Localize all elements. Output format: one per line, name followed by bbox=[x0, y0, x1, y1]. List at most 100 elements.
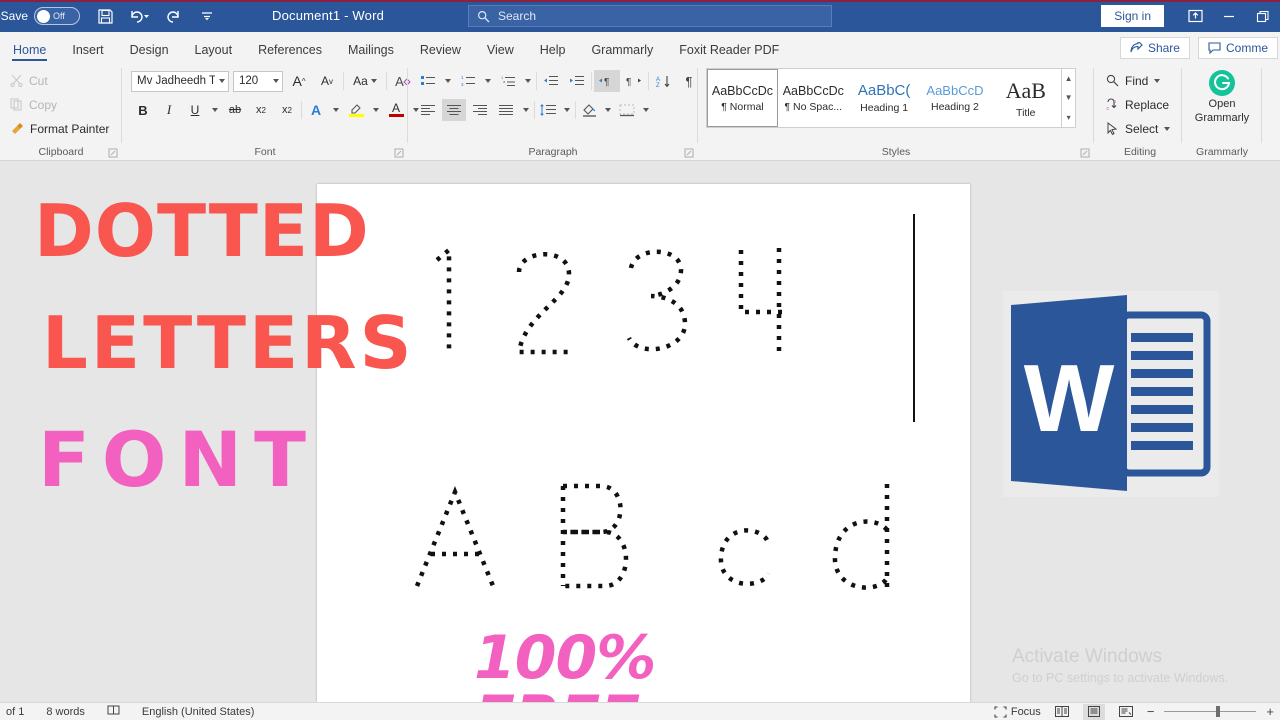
strikethrough-button[interactable]: ab bbox=[223, 99, 247, 121]
web-layout-button[interactable] bbox=[1115, 704, 1137, 720]
change-case-button[interactable]: Aa bbox=[348, 70, 382, 92]
subscript-button[interactable]: x2 bbox=[249, 99, 273, 121]
tab-help[interactable]: Help bbox=[527, 44, 579, 63]
shading-button[interactable] bbox=[578, 99, 600, 121]
multilevel-list-button[interactable]: 1a bbox=[496, 70, 520, 92]
ribbon-display-options-icon[interactable] bbox=[1178, 0, 1212, 32]
sort-button[interactable]: AZ bbox=[651, 70, 675, 92]
document-title: Document1 - Word bbox=[272, 8, 384, 23]
borders-button[interactable] bbox=[616, 99, 638, 121]
redo-icon[interactable] bbox=[162, 5, 184, 27]
autosave-toggle[interactable]: oSave Off bbox=[0, 7, 80, 25]
undo-icon[interactable] bbox=[128, 5, 150, 27]
grow-font-button[interactable]: A^ bbox=[287, 70, 311, 92]
tab-insert[interactable]: Insert bbox=[59, 44, 116, 63]
numbering-button[interactable]: 13 bbox=[456, 70, 480, 92]
styles-scroll-down-icon[interactable]: ▼ bbox=[1062, 88, 1075, 107]
word-count[interactable]: 8 words bbox=[46, 706, 85, 718]
chevron-down-icon bbox=[273, 79, 279, 83]
sign-in-button[interactable]: Sign in bbox=[1101, 5, 1164, 27]
comments-button[interactable]: Comme bbox=[1198, 37, 1278, 59]
proofing-errors-icon[interactable] bbox=[107, 705, 120, 719]
autosave-switch[interactable]: Off bbox=[34, 7, 80, 25]
open-grammarly-button[interactable]: Open Grammarly bbox=[1182, 70, 1262, 124]
style-heading-2[interactable]: AaBbCcD Heading 2 bbox=[920, 69, 991, 127]
copy-button[interactable]: Copy bbox=[10, 94, 109, 115]
decrease-indent-button[interactable] bbox=[539, 70, 563, 92]
text-effects-options-button[interactable] bbox=[330, 99, 342, 121]
search-input[interactable]: Search bbox=[468, 5, 832, 27]
tab-foxit-reader-pdf[interactable]: Foxit Reader PDF bbox=[666, 44, 792, 63]
increase-indent-button[interactable] bbox=[565, 70, 589, 92]
tab-layout[interactable]: Layout bbox=[182, 44, 246, 63]
tab-review[interactable]: Review bbox=[407, 44, 474, 63]
style-no-spacing[interactable]: AaBbCcDc ¶ No Spac... bbox=[778, 69, 849, 127]
tab-mailings[interactable]: Mailings bbox=[335, 44, 407, 63]
text-highlight-color-button[interactable] bbox=[344, 99, 368, 121]
shrink-font-button[interactable]: Av bbox=[315, 70, 339, 92]
font-color-button[interactable]: A bbox=[384, 99, 408, 121]
save-icon[interactable] bbox=[94, 5, 116, 27]
bullets-options-button[interactable] bbox=[442, 70, 454, 92]
ltr-text-direction-button[interactable]: ¶ bbox=[594, 70, 620, 92]
line-spacing-options-button[interactable] bbox=[561, 99, 573, 121]
zoom-slider[interactable] bbox=[1164, 711, 1256, 712]
bold-button[interactable]: B bbox=[131, 99, 155, 121]
rtl-text-direction-button[interactable]: ¶ bbox=[622, 70, 646, 92]
restore-icon[interactable] bbox=[1246, 0, 1280, 32]
styles-more-icon[interactable]: ▾ bbox=[1062, 108, 1075, 127]
align-options-button[interactable] bbox=[520, 99, 532, 121]
magnifier-icon bbox=[1106, 74, 1119, 87]
underline-button[interactable]: U bbox=[183, 99, 207, 121]
shading-options-button[interactable] bbox=[602, 99, 614, 121]
tab-home[interactable]: Home bbox=[0, 44, 59, 63]
paragraph-dialog-launcher-icon[interactable] bbox=[684, 148, 694, 158]
italic-button[interactable]: I bbox=[157, 99, 181, 121]
clipboard-dialog-launcher-icon[interactable] bbox=[108, 148, 118, 158]
tab-grammarly[interactable]: Grammarly bbox=[578, 44, 666, 63]
highlight-color-options-button[interactable] bbox=[370, 99, 382, 121]
style-heading-1[interactable]: AaBbC( Heading 1 bbox=[849, 69, 920, 127]
print-layout-button[interactable] bbox=[1083, 704, 1105, 720]
language-indicator[interactable]: English (United States) bbox=[142, 706, 255, 718]
read-mode-button[interactable] bbox=[1051, 704, 1073, 720]
align-left-button[interactable] bbox=[416, 99, 440, 121]
svg-text:a: a bbox=[503, 79, 506, 84]
zoom-out-button[interactable]: − bbox=[1147, 704, 1155, 719]
multilevel-list-options-button[interactable] bbox=[522, 70, 534, 92]
share-button[interactable]: Share bbox=[1120, 37, 1190, 59]
style-title[interactable]: AaB Title bbox=[990, 69, 1061, 127]
borders-options-button[interactable] bbox=[640, 99, 652, 121]
customize-qat-icon[interactable] bbox=[196, 5, 218, 27]
minimize-icon[interactable] bbox=[1212, 0, 1246, 32]
justify-button[interactable] bbox=[494, 99, 518, 121]
align-right-button[interactable] bbox=[468, 99, 492, 121]
styles-scrollbar[interactable]: ▲ ▼ ▾ bbox=[1061, 69, 1075, 127]
styles-scroll-up-icon[interactable]: ▲ bbox=[1062, 69, 1075, 88]
font-group-label: Font bbox=[122, 146, 408, 158]
style-normal[interactable]: AaBbCcDc ¶ Normal bbox=[707, 69, 778, 127]
tab-references[interactable]: References bbox=[245, 44, 335, 63]
underline-options-button[interactable] bbox=[209, 99, 221, 121]
find-button[interactable]: Find bbox=[1106, 70, 1170, 91]
superscript-button[interactable]: x2 bbox=[275, 99, 299, 121]
font-dialog-launcher-icon[interactable] bbox=[394, 148, 404, 158]
select-button[interactable]: Select bbox=[1106, 118, 1170, 139]
focus-button[interactable]: Focus bbox=[994, 706, 1041, 718]
align-center-button[interactable] bbox=[442, 99, 466, 121]
format-painter-button[interactable]: Format Painter bbox=[10, 118, 109, 139]
font-size-combo[interactable]: 120 bbox=[233, 71, 283, 92]
text-effects-button[interactable]: A bbox=[304, 99, 328, 121]
line-spacing-button[interactable] bbox=[537, 99, 559, 121]
font-name-combo[interactable]: Mv Jadheedh Tr bbox=[131, 71, 229, 92]
tab-design[interactable]: Design bbox=[117, 44, 182, 63]
cut-button[interactable]: Cut bbox=[10, 70, 109, 91]
zoom-in-button[interactable]: + bbox=[1266, 704, 1274, 719]
styles-dialog-launcher-icon[interactable] bbox=[1080, 148, 1090, 158]
bullets-button[interactable] bbox=[416, 70, 440, 92]
page-number[interactable]: of 1 bbox=[6, 706, 24, 718]
numbering-options-button[interactable] bbox=[482, 70, 494, 92]
tab-view[interactable]: View bbox=[474, 44, 527, 63]
replace-button[interactable]: bc Replace bbox=[1106, 94, 1170, 115]
zoom-slider-thumb[interactable] bbox=[1216, 706, 1220, 717]
